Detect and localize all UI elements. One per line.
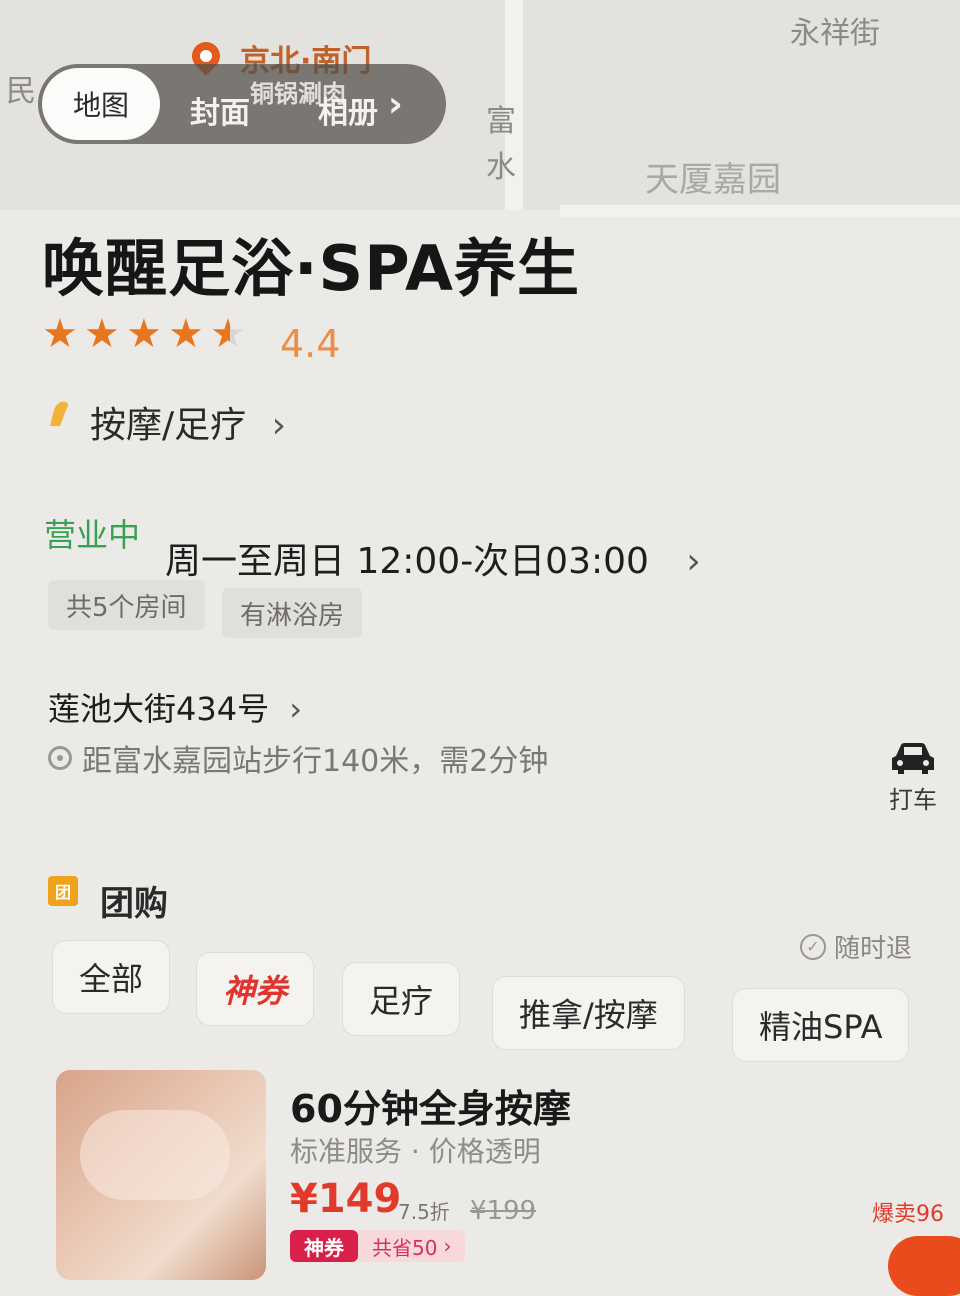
tab-map-label: 地图 (72, 89, 129, 122)
deal-thumbnail-highlight (80, 1110, 230, 1200)
filter-chip-foot[interactable]: 足疗 (342, 962, 461, 1036)
distance-info: 距富水嘉园站步行140米，需2分钟 (48, 736, 548, 780)
rating-score: 4.4 (280, 322, 341, 366)
map-road (560, 205, 960, 217)
half-star-icon: ★ (210, 311, 246, 357)
car-icon (892, 743, 934, 774)
check-circle-icon: ✓ (800, 933, 826, 960)
chevron-right-icon: › (271, 405, 286, 446)
coupon-savings-label: 共省50 (372, 1235, 438, 1260)
map-label: 水 (486, 150, 516, 185)
rating-stars: ★ ★ ★ ★ ★ (42, 311, 246, 357)
hours-label: 周一至周日 12:00-次日03:00 (165, 541, 649, 582)
coupon-savings[interactable]: 共省50 › (358, 1230, 466, 1262)
deal-price: ¥149 (290, 1176, 402, 1222)
tab-map[interactable]: 地图 (42, 68, 160, 140)
section-title: 团购 (100, 884, 168, 924)
location-icon (48, 746, 72, 770)
business-hours[interactable]: 周一至周日 12:00-次日03:00 › (165, 532, 701, 584)
deal-discount: 7.5折 (398, 1200, 450, 1224)
filter-chip-coupon[interactable]: 神券 (196, 952, 315, 1026)
category-label: 按摩/足疗 (90, 405, 247, 446)
facility-tag: 共5个房间 (48, 580, 205, 630)
filter-chip-oil-spa[interactable]: 精油SPA (732, 988, 910, 1062)
star-icon: ★ (42, 311, 78, 357)
chevron-right-icon: › (686, 541, 701, 582)
address-link[interactable]: 莲池大街434号 › (48, 684, 302, 730)
star-icon: ★ (126, 311, 162, 357)
chevron-right-icon[interactable]: › (388, 84, 403, 125)
deal-subtitle: 标准服务 · 价格透明 (290, 1135, 541, 1168)
refund-policy: ✓ 随时退 (800, 928, 912, 965)
category-link[interactable]: 按摩/足疗 › (90, 396, 286, 448)
distance-label: 距富水嘉园站步行140米，需2分钟 (82, 744, 549, 779)
filter-chip-all[interactable]: 全部 (52, 940, 171, 1014)
shop-name: 唤醒足浴·SPA养生 (42, 232, 580, 305)
status-badge: 营业中 (44, 516, 141, 554)
refund-label: 随时退 (834, 934, 913, 964)
group-buy-icon: 团 (48, 876, 78, 906)
map-label: 永祥街 (790, 16, 880, 51)
filter-chip-massage[interactable]: 推拿/按摩 (492, 976, 685, 1050)
taxi-label: 打车 (889, 786, 937, 814)
address-label: 莲池大街434号 (48, 690, 270, 728)
star-icon: ★ (84, 311, 120, 357)
deal-original-price: ¥199 (470, 1196, 537, 1226)
facility-tag: 有淋浴房 (222, 588, 363, 638)
map-label: 天厦嘉园 (645, 160, 781, 200)
taxi-button[interactable]: 打车 (880, 740, 946, 815)
star-icon: ★ (168, 311, 204, 357)
coupon-badge: 神券 (290, 1230, 358, 1262)
map-label: 富 (486, 104, 516, 139)
buy-button[interactable] (888, 1236, 960, 1296)
massage-hand-icon (50, 401, 68, 426)
chevron-right-icon: › (289, 690, 303, 728)
sold-count: 爆卖96 (872, 1202, 944, 1227)
tab-cover[interactable]: 封面 (190, 88, 250, 132)
deal-title[interactable]: 60分钟全身按摩 (290, 1078, 571, 1133)
chevron-right-icon: › (443, 1234, 452, 1258)
map-label: 民 (6, 74, 36, 109)
tab-album[interactable]: 相册 (318, 88, 378, 132)
